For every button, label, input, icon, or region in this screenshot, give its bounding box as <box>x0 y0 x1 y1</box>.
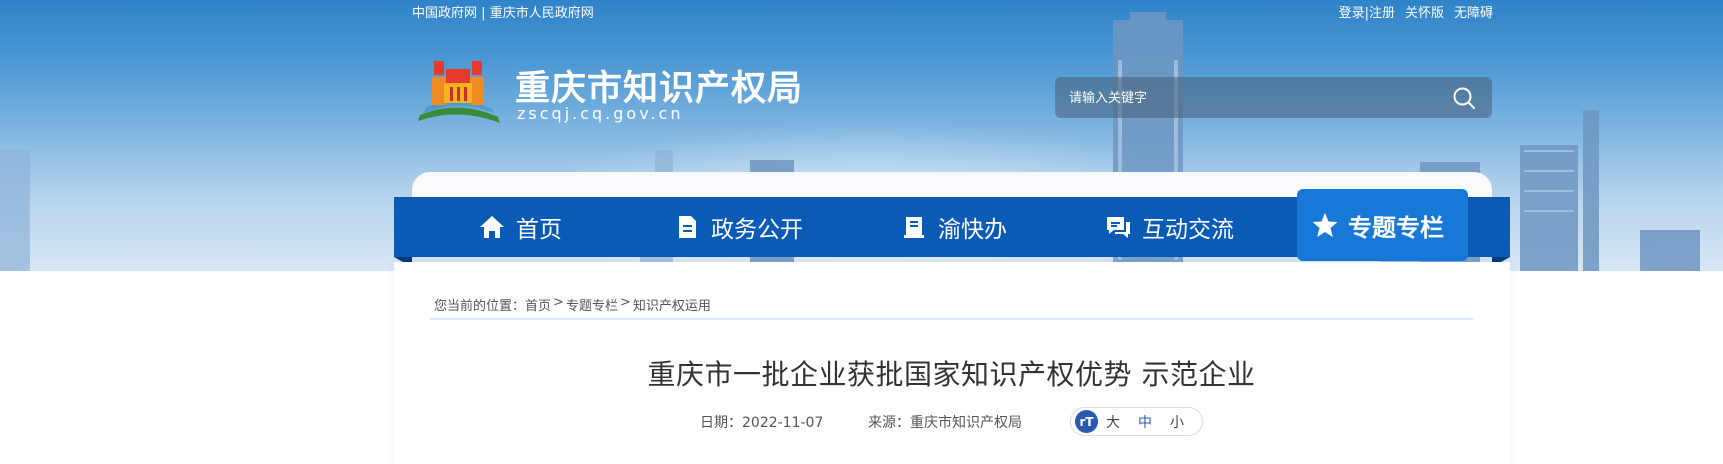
nav-item-interaction[interactable]: 互动交流 <box>1104 197 1234 257</box>
chat-icon <box>1107 217 1130 238</box>
article-date: 日期：2022-11-07 <box>700 415 824 431</box>
breadcrumb-prefix: 您当前的位置： <box>434 299 526 314</box>
care-mode-link[interactable]: 关怀版 <box>1405 2 1444 21</box>
gov-link[interactable]: 中国政府网 <box>412 6 477 21</box>
page: 中国政府网 | 重庆市人民政府网 登录|注册 关怀版 无障碍 重庆市知识产权局 … <box>0 0 1723 464</box>
breadcrumb-topics-link[interactable]: 专题专栏 <box>566 295 618 314</box>
nav-item-home[interactable]: 首页 <box>478 197 562 257</box>
article-source: 来源：重庆市知识产权局 <box>868 415 1022 431</box>
breadcrumb-current-link[interactable]: 知识产权运用 <box>633 295 711 314</box>
search-box <box>1055 77 1492 118</box>
search-input[interactable] <box>1069 88 1429 108</box>
breadcrumb-divider <box>430 318 1473 320</box>
nav-item-government-affairs[interactable]: 政务公开 <box>673 197 803 257</box>
login-register-link[interactable]: 登录|注册 <box>1339 2 1395 21</box>
nav-item-label: 首页 <box>516 217 562 243</box>
nav-item-special-topics[interactable]: 专题专栏 <box>1297 189 1468 261</box>
star-icon <box>1312 213 1338 237</box>
font-size-small-button[interactable]: 小 <box>1170 412 1184 432</box>
topbar-separator: | <box>481 6 486 21</box>
breadcrumb-home-link[interactable]: 首页 <box>525 295 551 314</box>
topbar-user-links: 登录|注册 关怀版 无障碍 <box>1339 2 1493 21</box>
font-size-icon: rT <box>1075 410 1098 433</box>
article-title: 重庆市一批企业获批国家知识产权优势 示范企业 <box>647 358 1256 391</box>
breadcrumb: 您当前的位置： 首页 > 专题专栏 > 知识产权运用 <box>434 295 711 314</box>
breadcrumb-separator: > <box>553 295 564 310</box>
cq-gov-link[interactable]: 重庆市人民政府网 <box>490 6 594 21</box>
topbar-links: 中国政府网 | 重庆市人民政府网 <box>412 2 594 21</box>
document-icon <box>679 216 696 238</box>
book-icon <box>904 217 924 238</box>
font-size-large-button[interactable]: 大 <box>1106 412 1120 432</box>
logo-emblem-icon[interactable] <box>412 55 504 131</box>
font-size-medium-button[interactable]: 中 <box>1138 412 1152 432</box>
nav-item-label: 渝快办 <box>938 217 1007 243</box>
nav-item-label: 政务公开 <box>711 217 803 243</box>
accessibility-link[interactable]: 无障碍 <box>1454 2 1493 21</box>
nav-item-label: 互动交流 <box>1142 217 1234 243</box>
font-size-switcher: rT 大 中 小 <box>1070 407 1203 436</box>
nav-item-label: 专题专栏 <box>1348 213 1444 242</box>
breadcrumb-separator: > <box>619 295 631 310</box>
home-icon <box>480 216 504 238</box>
site-domain: zscqj.cq.gov.cn <box>517 104 684 123</box>
search-icon[interactable] <box>1452 86 1476 110</box>
nav-item-yukuaiban[interactable]: 渝快办 <box>900 197 1007 257</box>
